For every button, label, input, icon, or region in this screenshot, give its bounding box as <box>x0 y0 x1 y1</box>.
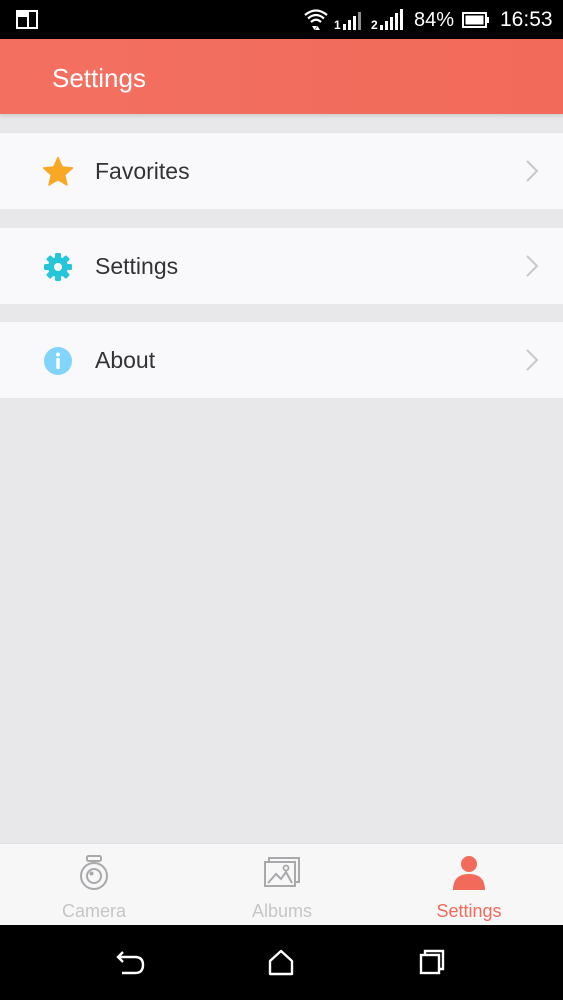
gear-icon <box>44 253 72 281</box>
page-title: Settings <box>52 63 146 93</box>
chevron-right-icon <box>526 255 539 277</box>
menu-item-label: Favorites <box>95 158 190 184</box>
tab-label: Camera <box>61 901 127 921</box>
svg-text:1: 1 <box>334 18 341 31</box>
menu-item-about[interactable]: About <box>0 322 563 398</box>
tab-albums[interactable]: Albums <box>188 844 376 926</box>
tab-camera[interactable]: Camera <box>0 844 188 926</box>
status-bar: 1 2 84% 16:53 <box>0 0 563 39</box>
chevron-right-icon <box>526 349 539 371</box>
svg-text:2: 2 <box>371 18 378 31</box>
camera-icon <box>80 855 108 890</box>
system-navigation-bar <box>0 925 563 1000</box>
info-icon <box>44 347 72 375</box>
menu-item-label: About <box>95 347 156 373</box>
signal-sim2-icon: 2 <box>371 9 403 31</box>
albums-icon <box>264 857 300 887</box>
wifi-icon <box>304 9 328 30</box>
home-icon[interactable] <box>264 947 298 977</box>
sim-card-icon <box>16 10 38 29</box>
tab-label: Settings <box>436 901 502 921</box>
back-icon[interactable] <box>114 947 148 977</box>
menu-item-settings[interactable]: Settings <box>0 228 563 304</box>
signal-sim1-icon: 1 <box>334 12 361 31</box>
person-icon <box>453 856 485 890</box>
star-icon <box>42 156 74 186</box>
chevron-right-icon <box>526 160 539 182</box>
clock: 16:53 <box>500 8 553 31</box>
bottom-navigation: Camera Albums Settings <box>0 843 563 925</box>
tab-label: Albums <box>251 901 313 921</box>
recent-apps-icon[interactable] <box>415 947 449 977</box>
tab-settings[interactable]: Settings <box>375 844 563 926</box>
menu-item-favorites[interactable]: Favorites <box>0 133 563 209</box>
battery-icon <box>462 12 489 28</box>
menu-item-label: Settings <box>95 253 179 279</box>
battery-percentage: 84% <box>414 9 455 31</box>
app-bar: Settings <box>0 39 563 114</box>
